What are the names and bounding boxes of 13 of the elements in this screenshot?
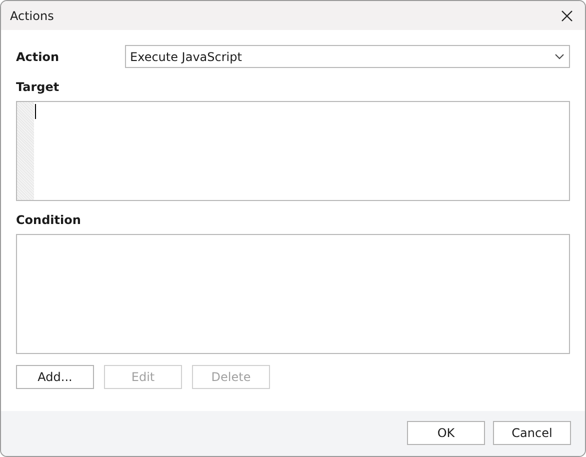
text-cursor: [35, 104, 36, 119]
window-title: Actions: [10, 8, 54, 22]
dialog-button[interactable]: Cancel: [493, 421, 571, 445]
condition-label: Condition: [16, 213, 82, 227]
caret-icon: [555, 54, 564, 60]
target-label: Target: [16, 80, 60, 94]
script-editor[interactable]: [16, 101, 570, 201]
condition-list[interactable]: [16, 234, 570, 354]
dialog-button[interactable]: OK: [407, 421, 485, 445]
close-icon[interactable]: [561, 10, 573, 22]
action-label: Action: [16, 50, 60, 64]
list-button[interactable]: Add...: [16, 365, 94, 389]
action-dropdown[interactable]: Execute JavaScript: [125, 45, 570, 68]
